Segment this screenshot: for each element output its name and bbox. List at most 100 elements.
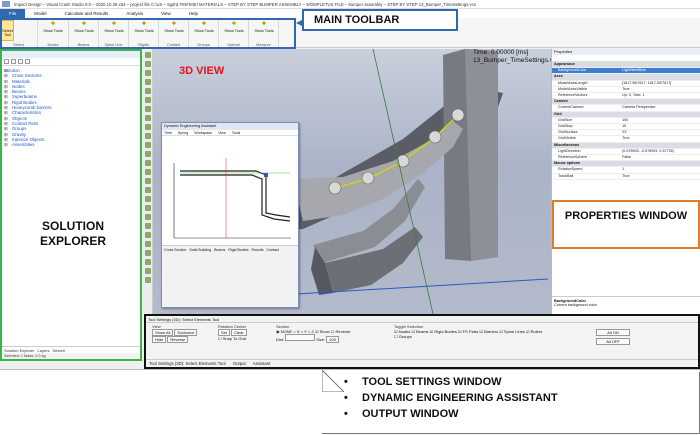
size-input[interactable]: 100 <box>326 336 339 343</box>
tool-icon[interactable] <box>144 88 151 94</box>
bottom-tab[interactable]: Contact <box>267 248 279 252</box>
tool-icon[interactable] <box>144 187 151 193</box>
beams-icon: ✦ <box>80 19 88 28</box>
solution-explorer-panel: Solution Cross SectionsMaterialsNodesBea… <box>0 49 142 361</box>
3d-viewport[interactable]: 3D VIEW Time: 0.00000 [ms] 13_Bumper_Tim… <box>153 49 551 314</box>
all-on-button[interactable]: All ON <box>596 329 630 336</box>
hide-button[interactable]: Hide <box>152 336 167 343</box>
tool-icon[interactable] <box>144 223 151 229</box>
tool-icon[interactable] <box>144 106 151 112</box>
dist-label: Dist: <box>276 337 284 342</box>
menu-calculate-results[interactable]: Calculate and Results <box>56 9 118 18</box>
tool-icon[interactable] <box>144 214 151 220</box>
assistant-tab[interactable]: Spring <box>178 130 188 135</box>
assistant-title: Dynamic Engineering Assistant <box>162 123 298 130</box>
open-icon[interactable] <box>11 59 16 64</box>
tool-icon[interactable] <box>144 61 151 67</box>
menu-analysis[interactable]: Analysis <box>117 9 152 18</box>
bottom-tab[interactable]: Cross Section <box>164 248 186 252</box>
nodes-show-tools-button[interactable]: ✦ Show Tools <box>43 20 63 40</box>
property-name: TrackBall <box>552 173 621 180</box>
tool-icon[interactable] <box>144 250 151 256</box>
special-show-tools-button[interactable]: ✦ Show Tools <box>224 20 244 40</box>
main-toolbar-callout: MAIN TOOLBAR <box>302 9 458 31</box>
exclusive-button[interactable]: Exclusive <box>174 329 198 336</box>
tool-icon[interactable] <box>144 160 151 166</box>
tool-icon[interactable] <box>144 241 151 247</box>
bottom-tab[interactable]: Solid Building <box>189 248 211 252</box>
contact-icon: ✦ <box>170 19 178 28</box>
all-toggle-group: All ON All OFF <box>596 324 646 354</box>
tool-icon[interactable] <box>144 97 151 103</box>
property-row[interactable]: TrackBall True <box>552 173 700 180</box>
menu-help[interactable]: Help <box>180 9 207 18</box>
tree-item[interactable]: Assemblies <box>4 142 138 148</box>
all-off-button[interactable]: All OFF <box>596 338 630 345</box>
measure-icon: ✦ <box>260 19 268 28</box>
tool-icon[interactable] <box>144 268 151 274</box>
bottom-tab[interactable]: Beams <box>214 248 225 252</box>
groups-show-tools-button[interactable]: ✦ Show Tools <box>194 20 214 40</box>
menu-file[interactable]: File <box>0 9 26 18</box>
properties-grid: Appearance BackgroundColor LightSteelBlue A… <box>552 62 700 180</box>
tool-icon[interactable] <box>144 169 151 175</box>
ribbon-group-label: Spine Line <box>104 43 123 47</box>
section-show-label: Show <box>319 329 330 334</box>
tool-icon[interactable] <box>144 124 151 130</box>
assistant-tab[interactable]: Tools <box>232 130 240 135</box>
select-tool-button[interactable]: Select Tool <box>1 20 14 41</box>
clear-rotation-button[interactable]: Clear <box>231 329 247 336</box>
tool-icon[interactable] <box>144 115 151 121</box>
measure-show-tools-button[interactable]: ✦ Show Tools <box>254 20 274 40</box>
spine-line-show-tools-button[interactable]: ✦ Show Tools <box>104 20 124 40</box>
tool-icon[interactable] <box>144 277 151 283</box>
tool-icon[interactable] <box>144 178 151 184</box>
bullet-tool-settings: TOOL SETTINGS WINDOW <box>344 374 558 390</box>
dynamic-engineering-assistant-window[interactable]: Dynamic Engineering Assistant Time Sprin… <box>161 122 299 308</box>
tool-icon[interactable] <box>144 142 151 148</box>
assistant-tab[interactable]: View <box>218 130 226 135</box>
ribbon-group-beams: ✦ Show Tools Beams <box>69 18 99 48</box>
button-label: Show Tools <box>104 29 124 33</box>
set-rotation-button[interactable]: Set <box>218 329 231 336</box>
menu-view[interactable]: View <box>152 9 180 18</box>
bottom-tab[interactable]: Rigid Bodies <box>228 248 248 252</box>
application-window: Impact Design – Visual Crash Studio 8.0 … <box>0 0 700 370</box>
tool-icon[interactable] <box>144 70 151 76</box>
dist-input[interactable] <box>285 334 316 341</box>
refresh-icon[interactable] <box>25 59 30 64</box>
button-label: Show Tools <box>43 29 63 33</box>
assistant-tab[interactable]: Workspace <box>194 130 212 135</box>
save-icon[interactable] <box>18 59 23 64</box>
panel-list-callout: TOOL SETTINGS WINDOW DYNAMIC ENGINEERING… <box>322 372 700 434</box>
tool-icon[interactable] <box>144 205 151 211</box>
property-value[interactable]: True <box>620 173 700 180</box>
tool-icon[interactable] <box>144 151 151 157</box>
section-group: Section ◉ NONE ○ X ○ Y ○ Z ☑ Show ☐ Reve… <box>276 324 386 354</box>
bottom-tab[interactable]: Results <box>252 248 264 252</box>
solution-explorer-toolbar <box>2 58 140 66</box>
tool-icon[interactable] <box>144 259 151 265</box>
contact-show-tools-button[interactable]: ✦ Show Tools <box>164 20 184 40</box>
tab-tool-settings[interactable]: Tool Settings (3D): Select Elements Tool <box>149 361 226 366</box>
tool-icon[interactable] <box>144 79 151 85</box>
groups-icon: ✦ <box>200 19 208 28</box>
menu-model[interactable]: Model <box>25 9 55 18</box>
button-label: Show Tools <box>224 29 244 33</box>
rigids-show-tools-button[interactable]: ✦ Show Tools <box>134 20 154 40</box>
assistant-tabs: Time Spring Workspace View Tools <box>162 130 298 136</box>
tool-icon[interactable] <box>144 52 151 58</box>
assistant-tab[interactable]: Time <box>164 130 172 135</box>
beams-show-tools-button[interactable]: ✦ Show Tools <box>74 20 94 40</box>
show-all-button[interactable]: Show All <box>152 329 174 336</box>
tab-assistant[interactable]: Assistant <box>253 361 270 366</box>
3d-view-callout: 3D VIEW <box>179 65 225 77</box>
reverse-button[interactable]: Reverse <box>167 336 189 343</box>
new-icon[interactable] <box>4 59 9 64</box>
tab-output[interactable]: Output <box>233 361 246 366</box>
tool-icon[interactable] <box>144 133 151 139</box>
tool-icon[interactable] <box>144 232 151 238</box>
tool-icon[interactable] <box>144 196 151 202</box>
ribbon-group-measure: ✦ Show Tools Measure <box>249 18 279 48</box>
view-group: View Show All Exclusive Hide Reverse <box>152 324 208 354</box>
